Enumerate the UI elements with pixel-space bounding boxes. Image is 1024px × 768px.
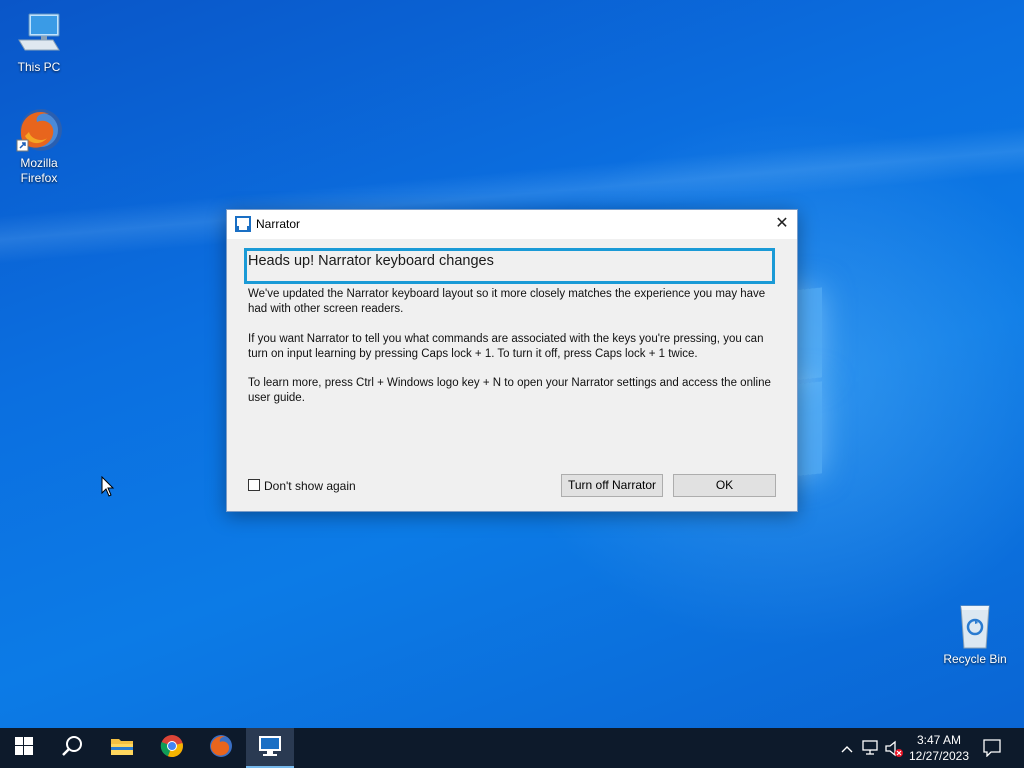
desktop-icon-label: Mozilla Firefox [20,156,58,185]
network-icon [862,740,880,761]
firefox-icon [15,106,63,154]
clock-date: 12/27/2023 [908,749,970,763]
clock-time: 3:47 AM [916,733,962,747]
taskbar-chrome[interactable] [148,728,196,768]
volume-button[interactable] [882,728,904,768]
action-center-button[interactable] [976,728,1024,768]
narrator-dialog: Narrator ✕ Heads up! Narrator keyboard c… [226,209,798,512]
dialog-titlebar[interactable]: Narrator ✕ [227,210,797,239]
close-button[interactable]: ✕ [767,210,797,239]
computer-icon [15,10,63,58]
notification-icon [983,739,1001,762]
taskbar-firefox[interactable] [197,728,245,768]
chevron-up-icon [841,741,853,759]
dialog-paragraph: If you want Narrator to tell you what co… [248,333,764,360]
desktop-icon-label: This PC [17,60,61,74]
mouse-cursor-icon [101,475,115,502]
file-explorer-icon [110,736,134,760]
start-button[interactable] [0,728,48,768]
taskbar-file-explorer[interactable] [98,728,146,768]
search-icon [61,735,83,761]
chrome-icon [160,734,184,762]
dialog-paragraph: To learn more, press Ctrl + Windows logo… [248,377,771,404]
show-hidden-icons-button[interactable] [838,728,856,768]
desktop-icon-firefox[interactable]: Mozilla Firefox [4,106,74,186]
dont-show-again-checkbox[interactable] [248,479,260,491]
ok-button[interactable]: OK [673,474,776,497]
taskbar: 3:47 AM 12/27/2023 [0,728,1024,768]
narrator-icon [235,216,251,232]
taskbar-clock[interactable]: 3:47 AM 12/27/2023 [905,732,973,764]
network-button[interactable] [860,728,880,768]
dont-show-again-label[interactable]: Don't show again [264,479,356,493]
volume-muted-icon [884,740,904,763]
desktop-icon-recycle-bin[interactable]: Recycle Bin [940,602,1010,667]
desktop-icon-label: Recycle Bin [943,652,1007,666]
dialog-paragraph: We've updated the Narrator keyboard layo… [248,288,766,315]
narrator-icon [258,735,282,761]
dialog-title: Narrator [256,217,301,231]
firefox-icon [209,734,233,762]
search-button[interactable] [48,728,96,768]
start-icon [15,737,33,759]
dialog-heading: Heads up! Narrator keyboard changes [248,253,494,269]
recycle-bin-icon [951,602,999,650]
desktop-icon-this-pc[interactable]: This PC [4,10,74,75]
taskbar-narrator[interactable] [246,728,294,768]
turn-off-narrator-button[interactable]: Turn off Narrator [561,474,663,497]
